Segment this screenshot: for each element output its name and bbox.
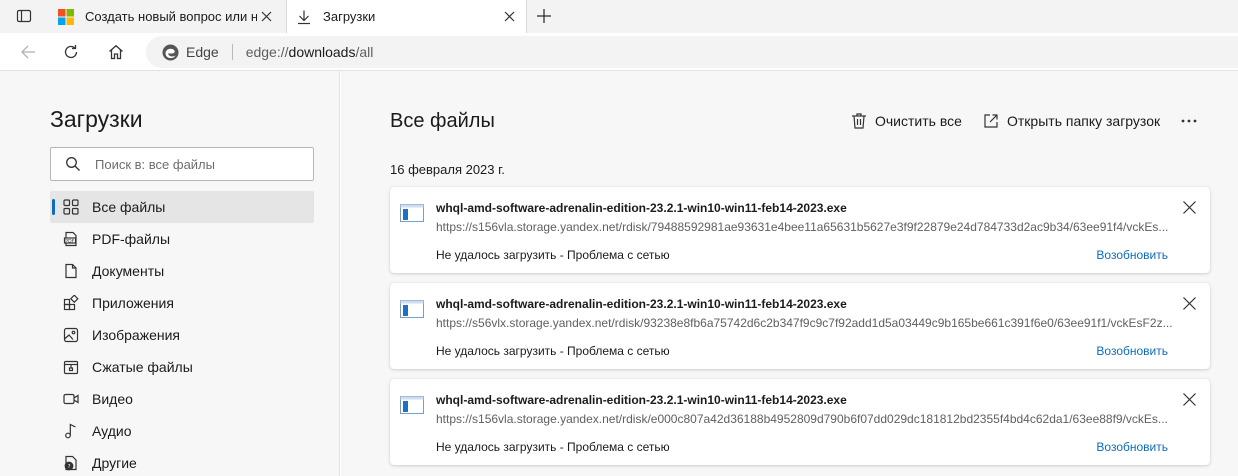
tab-strip: Создать новый вопрос или нач Загрузки [0,0,1238,33]
date-group-label: 16 февраля 2023 г. [390,162,505,177]
open-folder-button[interactable]: Открыть папку загрузок [982,110,1160,132]
more-icon [1181,119,1197,123]
clear-all-button[interactable]: Очистить все [850,110,962,132]
sidebar-item-other[interactable]: ? Другие [50,447,314,476]
sidebar-item-label: Изображения [92,327,180,343]
other-icon: ? [62,454,80,472]
sidebar-item-label: Сжатые файлы [92,359,193,375]
back-arrow-icon [21,45,35,59]
sidebar-item-video[interactable]: Видео [50,383,314,415]
tab-actions-icon [16,9,32,23]
exe-file-icon [400,300,424,318]
close-icon [1182,392,1196,406]
sidebar-item-all-files[interactable]: Все файлы [50,191,314,223]
home-button[interactable] [103,39,129,65]
sidebar-item-label: Документы [92,263,165,279]
tab-ask-question[interactable]: Создать новый вопрос или нач [49,0,283,33]
downloads-main: Все файлы Очистить все Открыть папку заг… [341,71,1238,476]
exe-file-icon [400,204,424,222]
remove-download-button[interactable] [1180,294,1198,312]
sidebar-item-apps[interactable]: Приложения [50,287,314,319]
downloads-sidebar: Загрузки Все файлы PDF PDF-файлы Докумен… [0,71,340,476]
refresh-button[interactable] [58,39,84,65]
open-folder-label: Открыть папку загрузок [1007,113,1161,129]
download-status: Не удалось загрузить - Проблема с сетью [436,440,670,454]
tab-downloads[interactable]: Загрузки [286,0,527,33]
resume-link[interactable]: Возобновить [1096,248,1168,262]
search-input[interactable] [95,156,295,172]
tab-title: Создать новый вопрос или нач [85,9,257,24]
file-url: https://s156vla.storage.yandex.net/rdisk… [436,412,1168,426]
close-icon [1182,296,1196,310]
sidebar-item-label: Другие [92,455,137,471]
video-icon [62,390,80,408]
remove-download-button[interactable] [1180,198,1198,216]
sidebar-item-label: Приложения [92,295,174,311]
url-text: edge://downloads/all [245,44,374,60]
svg-text:PDF: PDF [65,238,74,244]
address-bar[interactable]: Edge edge://downloads/all [146,36,1238,68]
svg-text:?: ? [68,464,71,470]
search-icon [65,156,81,172]
sidebar-item-archives[interactable]: Сжатые файлы [50,351,314,383]
search-box[interactable] [50,147,314,181]
close-tab-icon[interactable] [257,8,275,26]
file-name[interactable]: whql-amd-software-adrenalin-edition-23.2… [436,201,847,215]
clear-all-label: Очистить все [875,113,962,129]
grid-icon [62,198,80,216]
refresh-icon [64,45,78,59]
page-title: Загрузки [50,106,143,132]
download-icon [296,9,312,25]
exe-file-icon [400,396,424,414]
back-button[interactable] [15,39,41,65]
sidebar-item-label: Видео [92,391,133,407]
download-status: Не удалось загрузить - Проблема с сетью [436,344,670,358]
home-icon [109,44,123,60]
external-link-icon [982,112,1000,130]
close-icon [1182,200,1196,214]
trash-icon [850,112,868,130]
close-tab-icon[interactable] [500,8,518,26]
omnibox-separator [231,44,233,60]
sidebar-item-label: Все файлы [92,199,166,215]
download-item: whql-amd-software-adrenalin-edition-23.2… [390,187,1210,273]
document-icon [62,262,80,280]
section-title: Все файлы [390,110,495,132]
download-item: whql-amd-software-adrenalin-edition-23.2… [390,379,1210,465]
apps-icon [62,294,80,312]
sidebar-item-images[interactable]: Изображения [50,319,314,351]
sidebar-item-documents[interactable]: Документы [50,255,314,287]
category-list: Все файлы PDF PDF-файлы Документы Прилож… [50,191,314,476]
pdf-icon: PDF [62,230,80,248]
resume-link[interactable]: Возобновить [1096,440,1168,454]
more-options-button[interactable] [1176,110,1202,132]
resume-link[interactable]: Возобновить [1096,344,1168,358]
microsoft-logo-icon [58,8,74,25]
file-url: https://s156vla.storage.yandex.net/rdisk… [436,220,1169,234]
edge-logo-icon [162,44,179,61]
file-name[interactable]: whql-amd-software-adrenalin-edition-23.2… [436,393,847,407]
remove-download-button[interactable] [1180,390,1198,408]
image-icon [62,326,80,344]
music-icon [62,422,80,440]
tab-title: Загрузки [323,9,376,24]
sidebar-item-pdf[interactable]: PDF PDF-файлы [50,223,314,255]
file-name[interactable]: whql-amd-software-adrenalin-edition-23.2… [436,297,847,311]
plus-icon [537,9,551,23]
sidebar-item-audio[interactable]: Аудио [50,415,314,447]
sidebar-item-label: PDF-файлы [92,231,171,247]
download-item: whql-amd-software-adrenalin-edition-23.2… [390,283,1210,369]
file-url: https://s56vlx.storage.yandex.net/rdisk/… [436,316,1173,330]
address-toolbar: Edge edge://downloads/all [0,33,1238,71]
download-status: Не удалось загрузить - Проблема с сетью [436,248,670,262]
archive-icon [62,358,80,376]
edge-label: Edge [186,44,219,60]
sidebar-item-label: Аудио [92,423,132,439]
new-tab-button[interactable] [532,5,556,27]
tab-actions-button[interactable] [10,5,38,27]
